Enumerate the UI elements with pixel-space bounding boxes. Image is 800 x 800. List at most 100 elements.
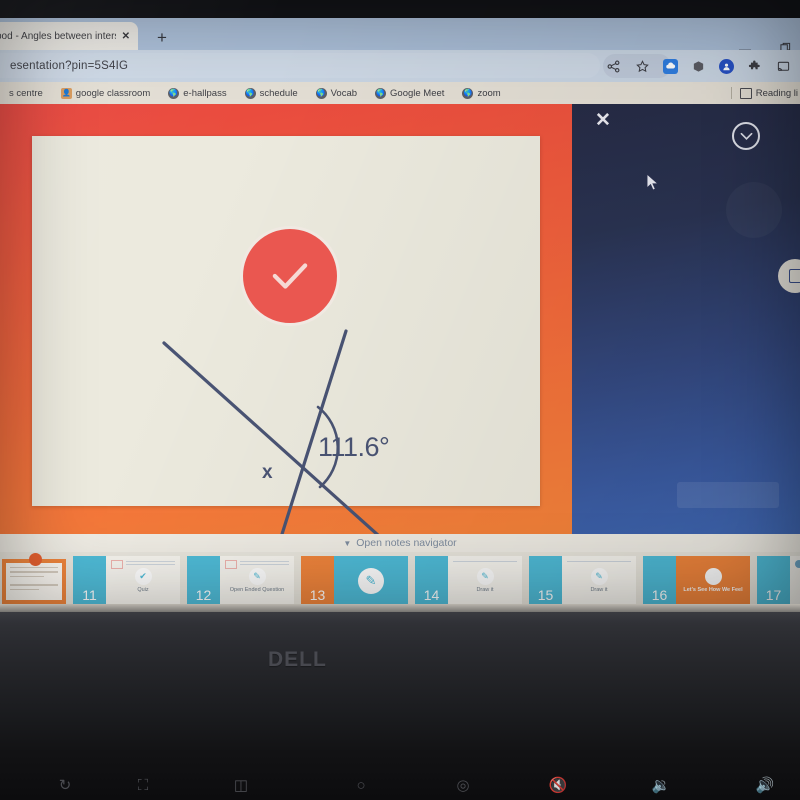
cloud-sync-icon[interactable] [663,58,678,74]
fullscreen-icon[interactable]: ⛶ [130,775,156,797]
laptop-screen: pod - Angles between inters ✕ + ⌄ — esen… [0,0,800,612]
slide-number: 13 [301,556,334,606]
thumb-body: ✎ Draw it [562,556,636,606]
check-circle-icon: ✔ [134,568,152,586]
notes-doc-icon [788,269,800,283]
volume-down-icon[interactable]: 🔉 [648,775,674,797]
panel-action-button[interactable] [677,482,779,508]
laptop-bezel [0,612,800,800]
slide-number: 15 [529,556,562,606]
thumb-label: Let's See How We Feel [683,587,743,594]
share-icon[interactable] [605,58,622,75]
filmstrip-thumb[interactable]: 12 ✎ Open Ended Question [187,556,294,606]
close-icon[interactable]: ✕ [592,110,614,132]
text-line [10,575,44,577]
thumb-body: 📊 Poll [790,556,800,606]
reading-list-label: Reading li [755,87,798,99]
thumb-body: ✎ Open Ended Question [220,556,294,606]
slide-number: 16 [643,556,676,606]
bookmark-label: s centre [9,87,43,99]
brightness-down-icon[interactable]: ○ [348,775,374,797]
window-switch-icon[interactable]: ◫ [228,775,254,797]
mini-image-icon [225,560,237,569]
bookmark-label: zoom [477,87,501,99]
new-tab-button[interactable]: + [152,28,172,48]
edit-note-icon: ✎ [358,568,384,594]
mute-icon[interactable]: 🔇 [545,775,571,797]
slide-number: 17 [757,556,790,606]
presentation-page: 111.6° x ✕ ▼ Open notes navigator 11 ✔ Q… [0,104,800,612]
mini-text-lines [453,560,517,562]
mini-text-lines [126,560,175,565]
volume-up-icon[interactable]: 🔊 [752,775,778,797]
reload-icon[interactable]: ↻ [52,775,78,797]
cast-icon[interactable] [775,58,792,75]
response-panel: ✕ [572,104,800,534]
slide-filmstrip[interactable]: 11 ✔ Quiz 12 ✎ Open Ended Question 13 ✎ … [0,552,800,610]
bookmark-item[interactable]: 🌎 Google Meet [366,87,453,99]
mini-text-lines [240,560,289,565]
url-text: esentation?pin=5S4IG [10,59,129,72]
brightness-up-icon[interactable]: ◎ [450,775,476,797]
globe-icon: 🌎 [375,87,387,99]
globe-icon: 🌎 [168,87,180,99]
browser-tab[interactable]: pod - Angles between inters ✕ [0,22,138,50]
thumb-header [453,560,517,562]
filmstrip-thumb[interactable] [2,552,66,604]
slide-number: 14 [415,556,448,606]
chevron-down-icon[interactable] [732,122,760,150]
thumb-body [5,561,63,601]
text-line [10,571,58,573]
filmstrip-thumb[interactable]: 14 ✎ Draw it [415,556,522,606]
bookmark-label: e-hallpass [183,87,227,99]
laptop-photo: pod - Angles between inters ✕ + ⌄ — esen… [0,0,800,800]
browser-tab-strip: pod - Angles between inters ✕ + ⌄ — [0,18,800,56]
omnibox-icons [605,50,796,82]
thumb-header [795,560,800,568]
open-notes-navigator-button[interactable]: ▼ Open notes navigator [0,534,800,552]
puzzle-icon[interactable] [746,58,763,75]
mini-image-icon [111,560,123,569]
notes-navigator-label: Open notes navigator [356,537,457,549]
bookmark-item[interactable]: 🌎 e-hallpass [159,87,235,99]
slide-number: 12 [187,556,220,606]
notes-doc-button[interactable] [778,259,800,293]
pencil-circle-icon: ✎ [476,568,494,586]
bookmark-item[interactable]: 🌎 schedule [236,87,307,99]
bookmark-item[interactable]: 👤 google classroom [52,87,159,99]
pencil-circle-icon: ✎ [590,568,608,586]
extension-cube-icon[interactable] [690,58,707,75]
filmstrip-thumb[interactable]: 15 ✎ Draw it [529,556,636,606]
bookmark-item[interactable]: 🌎 Vocab [307,87,366,99]
thumb-header [111,560,175,569]
caret-down-icon: ▼ [343,538,352,548]
function-key-row: ↻ ⛶ ◫ ○ ◎ 🔇 🔉 🔊 [0,775,800,800]
submitted-check-badge [240,226,340,326]
filmstrip-thumb[interactable]: 17 📊 Poll [757,556,800,606]
thumb-label: Quiz [137,587,149,594]
filmstrip-thumb-current[interactable]: 13 ✎ [301,556,408,606]
thumb-header [567,560,631,562]
slide-number: 11 [73,556,106,606]
thumb-body: Let's See How We Feel [676,556,750,606]
decorative-circle [726,182,782,238]
reading-list-button[interactable]: Reading li [730,87,798,99]
address-bar[interactable]: esentation?pin=5S4IG [0,53,600,78]
thumb-body: ✔ Quiz [106,556,180,606]
bookmark-label: google classroom [75,87,151,99]
profile-icon[interactable] [719,58,734,74]
globe-icon: 🌎 [244,87,256,99]
open-ended-icon: ✎ [248,568,266,586]
filmstrip-thumb[interactable]: 11 ✔ Quiz [73,556,180,606]
globe-icon: 🌎 [462,87,474,99]
thumb-header [225,560,289,569]
angle-value-label: 111.6° [318,432,390,462]
filmstrip-thumb[interactable]: 16 Let's See How We Feel [643,556,750,606]
bookmark-label: schedule [259,87,298,99]
thumb-label: Draw it [476,587,494,594]
divider [730,87,732,99]
star-icon[interactable] [634,58,651,75]
bookmark-item[interactable]: s centre [0,88,52,99]
bookmark-item[interactable]: 🌎 zoom [453,87,509,99]
close-icon[interactable]: ✕ [120,31,132,42]
